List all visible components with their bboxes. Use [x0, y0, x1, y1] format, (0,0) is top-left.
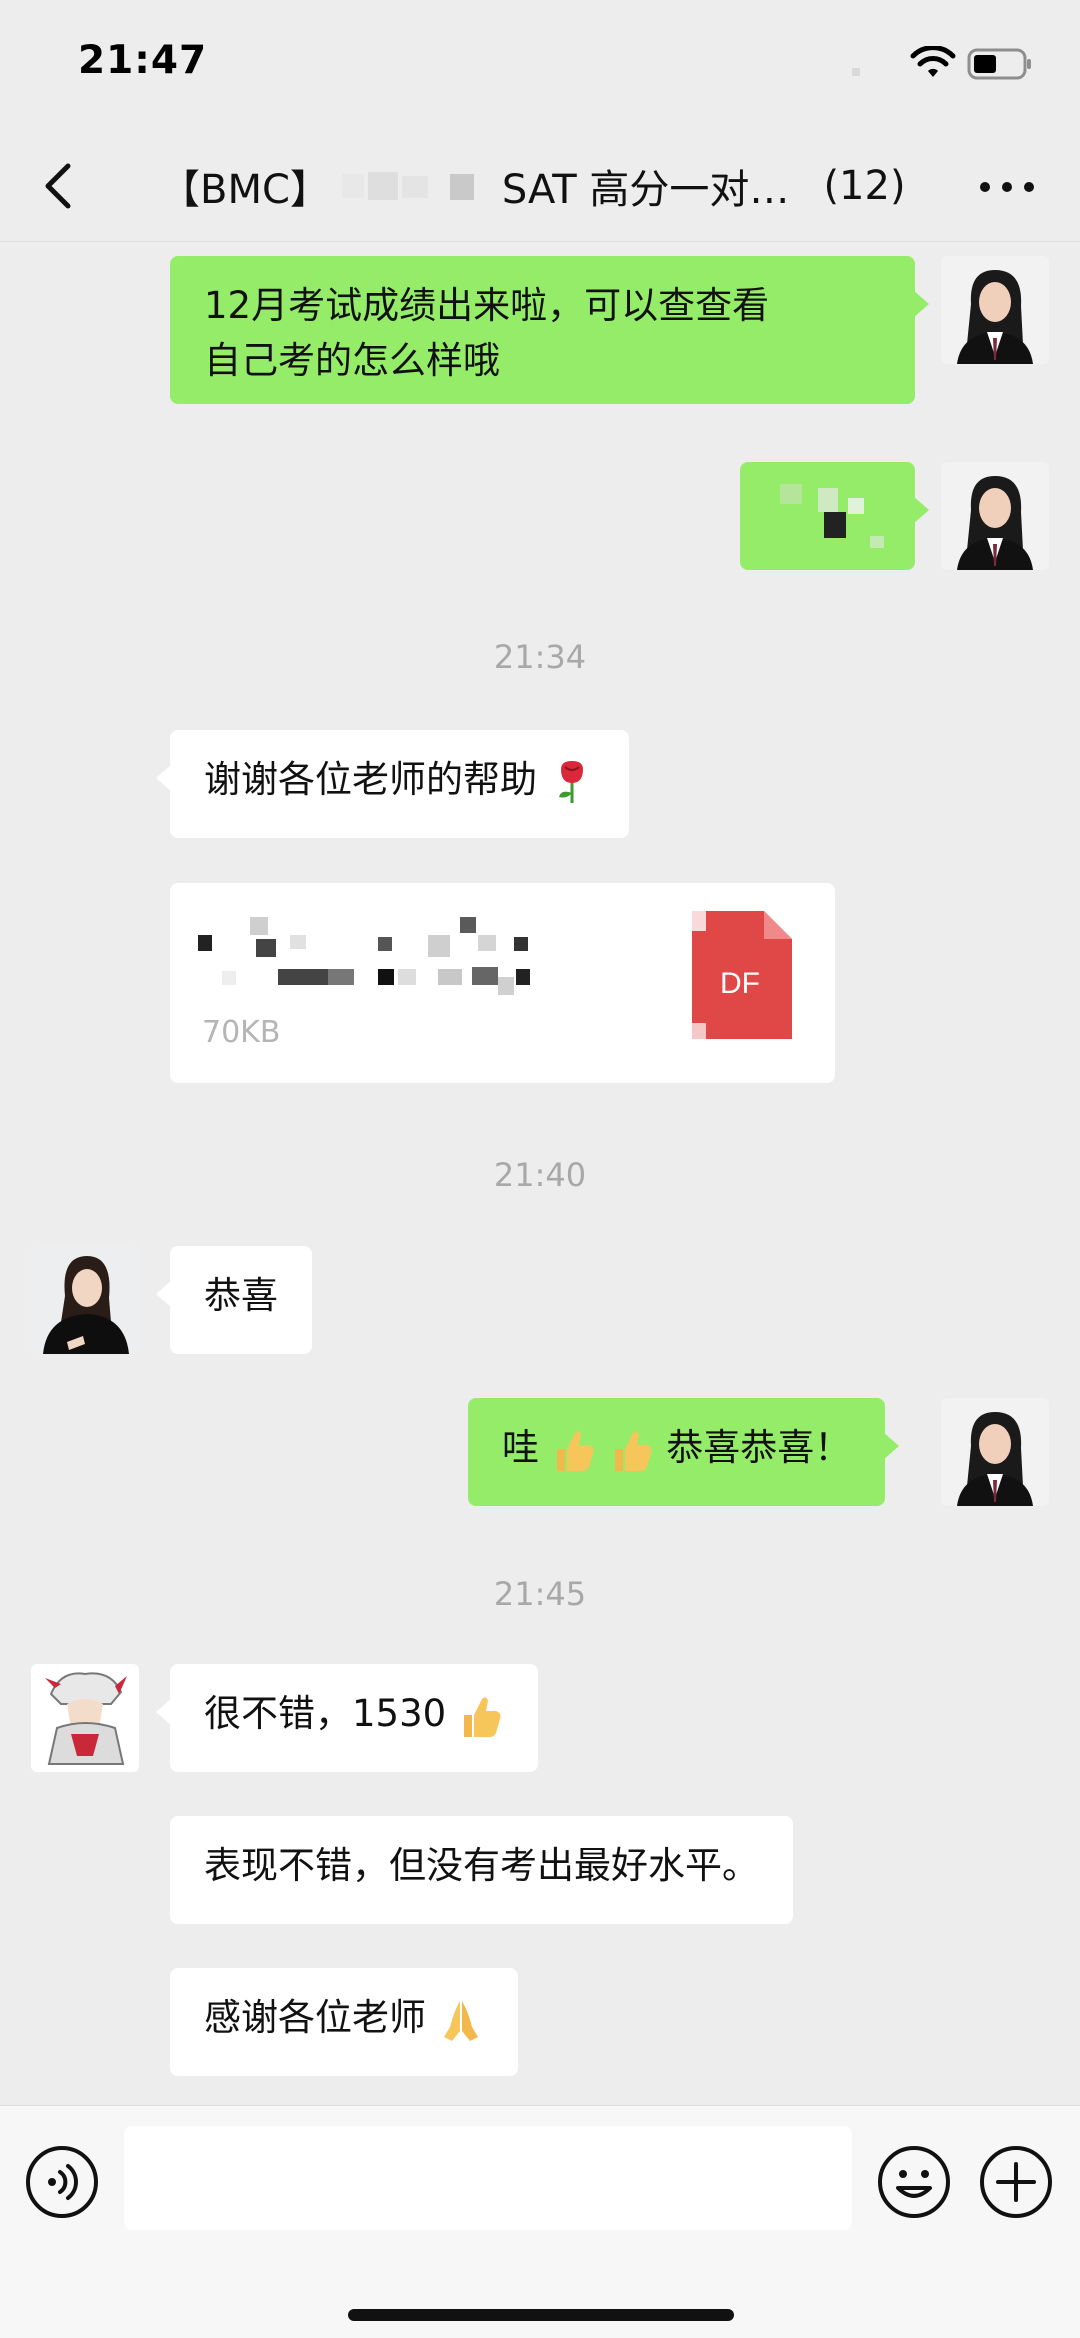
woman-portrait-icon: [941, 1398, 1049, 1506]
anime-knight-icon: [31, 1664, 139, 1772]
message-text: 表现不错，但没有考出最好水平。: [204, 1844, 759, 1887]
self-avatar[interactable]: [941, 462, 1049, 570]
status-dot: [852, 68, 860, 76]
message-text: 很不错，1530: [204, 1692, 447, 1735]
message-text: 谢谢各位老师的帮助: [204, 758, 537, 801]
more-options-button[interactable]: [975, 162, 1039, 212]
message-bubble-other[interactable]: 感谢各位老师: [170, 1968, 518, 2076]
message-input-bar: [0, 2105, 1080, 2338]
status-bar: 21:47: [0, 0, 1080, 130]
pdf-label: DF: [720, 967, 760, 1000]
emoji-button[interactable]: [876, 2144, 952, 2220]
pdf-file-icon: DF: [692, 911, 792, 1039]
self-avatar[interactable]: [941, 1398, 1049, 1506]
message-text-line: 自己考的怎么样哦: [204, 339, 500, 382]
woman-in-black-portrait-icon: [31, 1246, 139, 1354]
message-input[interactable]: [124, 2126, 852, 2230]
home-indicator: [348, 2309, 734, 2321]
timestamp: 21:34: [493, 638, 587, 676]
file-message-card[interactable]: 70KB DF: [170, 883, 835, 1083]
chat-title-suffix: SAT 高分一对…: [501, 167, 790, 213]
blurred-file-name: [198, 905, 618, 1015]
message-bubble-self-sticker[interactable]: [740, 462, 929, 570]
chat-title-prefix: 【BMC】: [160, 167, 330, 213]
praying-hands-icon: [443, 2000, 478, 2041]
message-bubble-self[interactable]: 哇 恭喜恭喜！: [468, 1398, 900, 1506]
voice-input-button[interactable]: [24, 2144, 100, 2220]
blurred-name-placeholder: [341, 168, 490, 204]
message-bubble-other[interactable]: 恭喜: [156, 1246, 312, 1354]
thumbs-up-icon: [463, 1696, 501, 1737]
message-bubble-other[interactable]: 很不错，1530: [156, 1664, 538, 1772]
chat-title: 【BMC】 SAT 高分一对… (12): [160, 156, 906, 216]
woman-portrait-icon: [941, 256, 1049, 364]
message-bubble-self[interactable]: 12月考试成绩出来啦，可以查查看 自己考的怎么样哦: [170, 256, 929, 404]
thumbs-up-icon: [614, 1430, 652, 1471]
student-avatar[interactable]: [31, 1664, 139, 1772]
more-actions-plus-button[interactable]: [978, 2144, 1054, 2220]
battery-icon: [967, 48, 1031, 80]
wifi-icon: [910, 46, 956, 77]
message-text: 恭喜恭喜！: [666, 1426, 852, 1469]
message-bubble-other[interactable]: 谢谢各位老师的帮助: [156, 730, 629, 838]
message-list[interactable]: 12月考试成绩出来啦，可以查查看 自己考的怎么样哦 21:34 谢谢各位老师的帮…: [0, 243, 1080, 2105]
message-bubble-other[interactable]: 表现不错，但没有考出最好水平。: [170, 1816, 793, 1924]
file-size: 70KB: [202, 1015, 281, 1050]
message-text-line: 12月考试成绩出来啦，可以查查看: [204, 284, 770, 327]
message-text: 哇: [502, 1426, 539, 1469]
member-count: (12): [823, 163, 906, 209]
rose-icon: [558, 760, 583, 803]
message-text: 感谢各位老师: [204, 1996, 426, 2039]
woman-portrait-icon: [941, 462, 1049, 570]
self-avatar[interactable]: [941, 256, 1049, 364]
blurred-emoji-icon: [780, 484, 884, 548]
status-time: 21:47: [78, 38, 208, 83]
message-text: 恭喜: [204, 1274, 278, 1317]
timestamp: 21:40: [493, 1156, 587, 1194]
timestamp: 21:45: [493, 1575, 587, 1613]
back-button[interactable]: [36, 158, 84, 214]
thumbs-up-icon: [556, 1430, 594, 1471]
chat-header: 【BMC】 SAT 高分一对… (12): [0, 130, 1080, 242]
teacher-avatar[interactable]: [31, 1246, 139, 1354]
